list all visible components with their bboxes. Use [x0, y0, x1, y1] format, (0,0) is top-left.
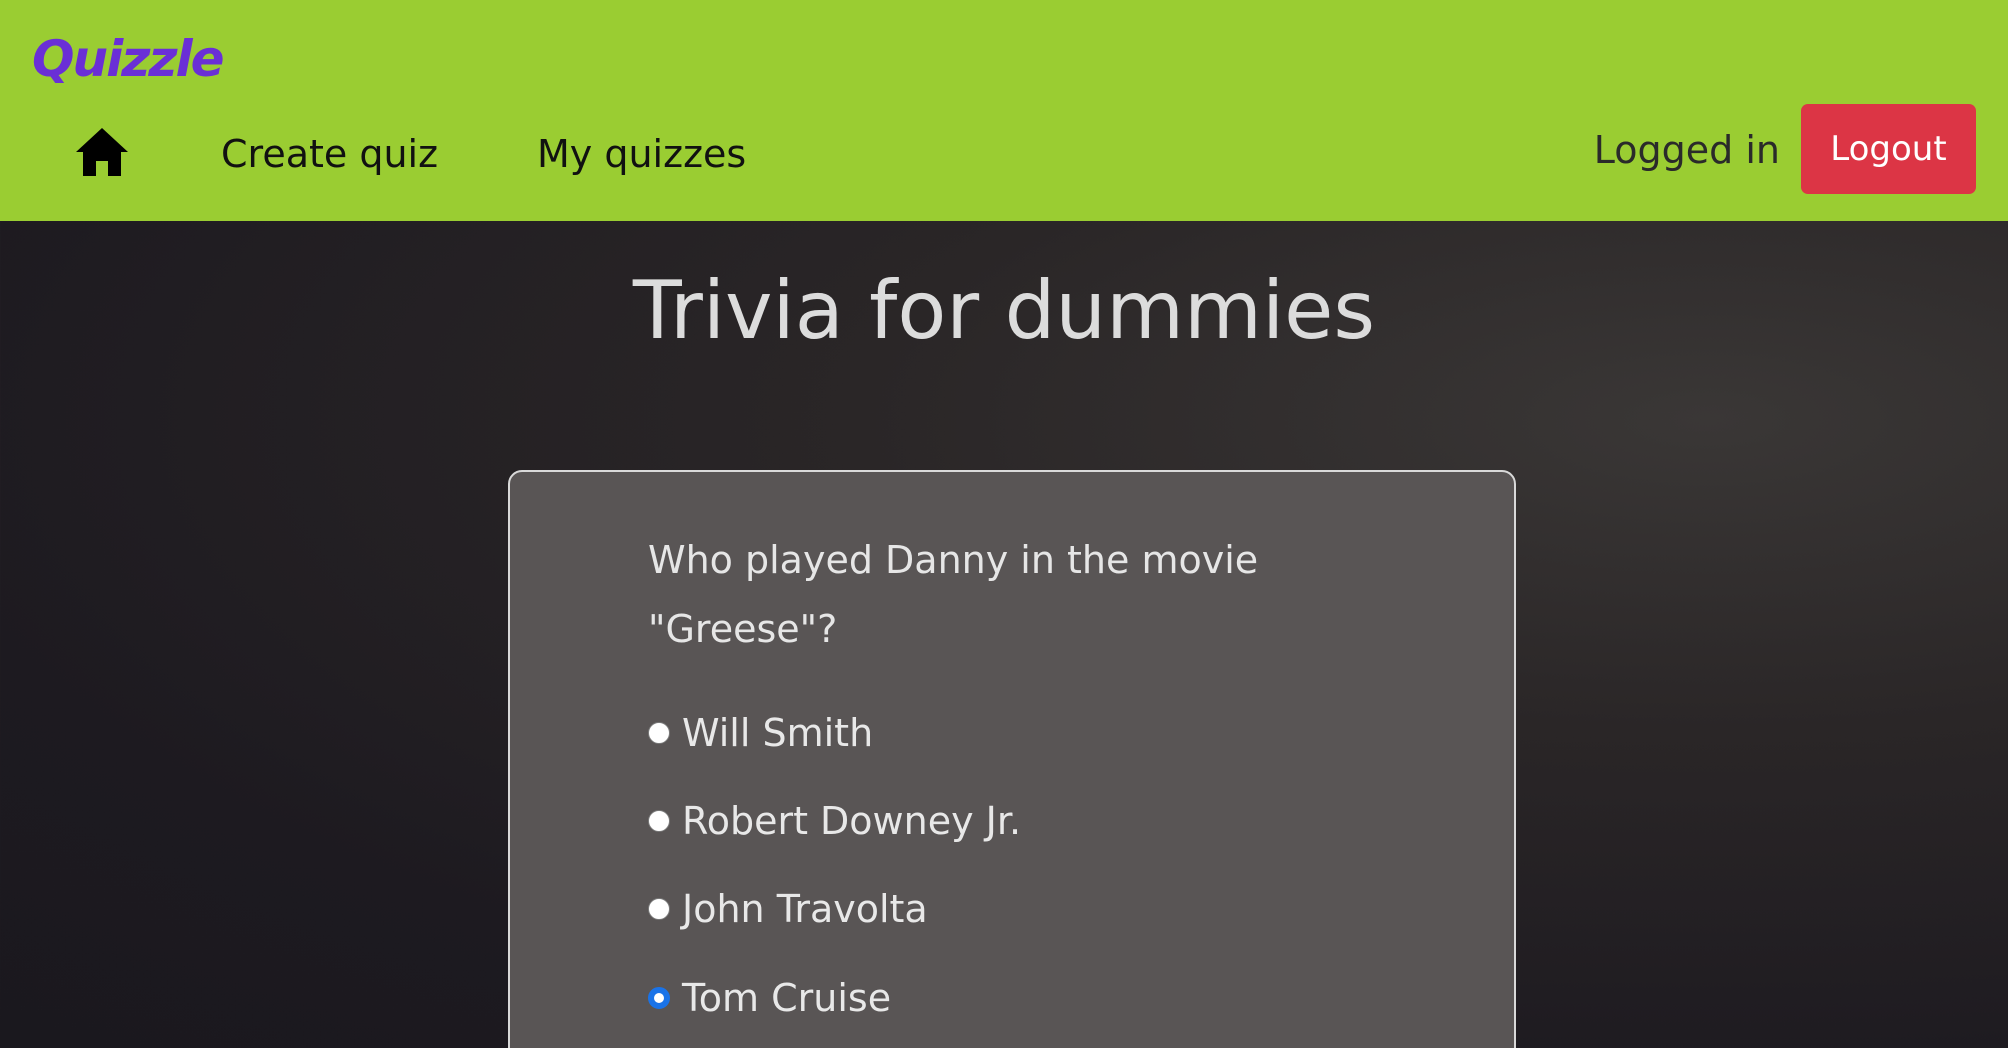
nav-my-quizzes[interactable]: My quizzes [537, 126, 746, 182]
question-card: Who played Danny in the movie "Greese"? … [508, 470, 1516, 1048]
home-link[interactable] [74, 126, 130, 178]
option-tom-cruise[interactable]: Tom Cruise [648, 973, 891, 1023]
option-john-travolta[interactable]: John Travolta [648, 884, 928, 934]
navbar: Quizzle Create quiz My quizzes Logged in… [0, 0, 2008, 221]
option-will-smith[interactable]: Will Smith [648, 708, 873, 758]
radio-button-selected[interactable] [648, 987, 670, 1009]
page-title: Trivia for dummies [632, 264, 1376, 357]
radio-button[interactable] [648, 898, 670, 920]
option-label: Tom Cruise [682, 976, 892, 1020]
logout-button[interactable]: Logout [1801, 104, 1976, 194]
home-icon [74, 126, 130, 178]
nav-create-quiz[interactable]: Create quiz [221, 126, 438, 182]
radio-button[interactable] [648, 722, 670, 744]
radio-button[interactable] [648, 810, 670, 832]
option-label: Will Smith [682, 711, 874, 755]
brand-logo[interactable]: Quizzle [32, 24, 224, 94]
option-label: John Travolta [682, 887, 928, 931]
login-status: Logged in [1593, 128, 1780, 172]
question-text: Who played Danny in the movie "Greese"? [648, 538, 1259, 651]
option-robert-downey-jr[interactable]: Robert Downey Jr. [648, 796, 1021, 846]
option-label: Robert Downey Jr. [682, 799, 1022, 843]
